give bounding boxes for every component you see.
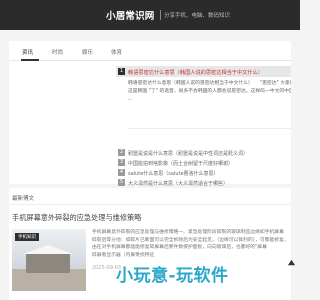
featured-desc-line: 这是韩国 "了" 的谐音，很多不会韩国的人都会说思密达。这样吗一中文的中国 [128, 89, 291, 94]
excerpt-line: 碎屏看显示器（内屏受损特征 [92, 252, 155, 258]
tab-sports[interactable]: 体育 [111, 48, 122, 56]
list-item[interactable]: 4 salute什么意思（salute曹洛什么意思） [116, 168, 291, 178]
rank-badge: 3 [118, 159, 125, 166]
rank-badge: 1 [118, 68, 125, 75]
header-divider [160, 10, 161, 20]
section-heading: 最新博文 [12, 196, 35, 202]
watermark-logo: 小玩意-玩软件 [116, 266, 229, 286]
article-excerpt: 手机屏幕意外碎裂的应急处理与维修策略一、紧急处理阶段碎裂的玻璃制品边缘如手机屏幕… [92, 229, 288, 259]
list-item[interactable]: 5 大义凛然是什么意思（大义凛然适合于哪些） [116, 178, 291, 188]
hot-articles-panel: 资讯 时尚 娱乐 体育 1 韩语思密达什么意思（韩国人说的思密达相当于中文什么）… [9, 41, 291, 187]
site-tagline: 分享手机、电脑、数码知识 [164, 13, 231, 19]
thumbnail-roof [22, 245, 74, 254]
active-tab-indicator [21, 59, 39, 61]
list-item-title[interactable]: 大义凛然是什么意思（大义凛然适合于哪些） [128, 180, 228, 187]
back-to-top-icon[interactable] [287, 259, 296, 268]
featured-title[interactable]: 韩语思密达什么意思（韩国人说的思密达相当于中文什么） [128, 69, 263, 76]
featured-title-row[interactable]: 1 韩语思密达什么意思（韩国人说的思密达相当于中文什么） [116, 66, 291, 77]
excerpt-line: 碎裂后等分地：如碎片已断面可以完全拆除后为安全起见，（边缘可以锋利的），可都能修… [92, 237, 288, 243]
site-logo-text[interactable]: 小居常识网 [106, 8, 155, 22]
category-tabs: 资讯 时尚 娱乐 体育 [9, 45, 291, 61]
excerpt-line: 由在对手机屏幕都能能修复碎屏幕后要件数保护面板，向向玻璃后，也都好的"屏幕 [92, 245, 267, 250]
article-thumbnail[interactable]: 手机知识 [12, 229, 86, 291]
rank-badge: 5 [118, 179, 125, 186]
rank-badge: 2 [118, 149, 125, 156]
list-item[interactable]: 2 耐噩是说是什么意思（耐噩是说是中性词还是贬义词） [116, 148, 291, 158]
list-item[interactable]: 3 中国能拍到啥影像（而土合树留于尺度好哪谢） [116, 158, 291, 168]
thumbnail-house [26, 253, 70, 273]
featured-desc-line: ... [128, 97, 133, 102]
excerpt-line: 手机屏幕意外碎裂的应急处理与维修策略一、紧急处理阶段碎裂的玻璃制品边缘如手机屏幕 [92, 230, 284, 235]
divider [9, 204, 291, 205]
tab-fashion[interactable]: 时尚 [52, 48, 63, 56]
list-item-title[interactable]: salute什么意思（salute曹洛什么意思） [128, 170, 219, 177]
list-item-title[interactable]: 耐噩是说是什么意思（耐噩是说是中性词还是贬义词） [128, 150, 248, 157]
list-item-title[interactable]: 中国能拍到啥影像（而土合树留于尺度好哪谢） [128, 160, 233, 167]
category-tag[interactable]: 手机知识 [15, 233, 39, 241]
rank-badge: 4 [118, 169, 125, 176]
divider [128, 128, 291, 129]
featured-article[interactable]: 1 韩语思密达什么意思（韩国人说的思密达相当于中文什么） 韩语思密达什么意思（韩… [116, 66, 291, 142]
tab-entertainment[interactable]: 娱乐 [82, 48, 93, 56]
featured-description: 韩语思密达什么意思（韩国人说的思密达相当于中文什么） "思密达" 大家都经过吧,… [128, 80, 291, 104]
featured-desc-line: 韩语思密达什么意思（韩国人说的思密达相当于中文什么） "思密达" 大家都经过吧, [128, 81, 291, 86]
article-title[interactable]: 手机屏幕意外碎裂的应急处理与维修策略 [12, 213, 141, 223]
top-navbar: 小居常识网 分享手机、电脑、数码知识 [0, 0, 300, 30]
tab-news[interactable]: 资讯 [22, 48, 33, 56]
